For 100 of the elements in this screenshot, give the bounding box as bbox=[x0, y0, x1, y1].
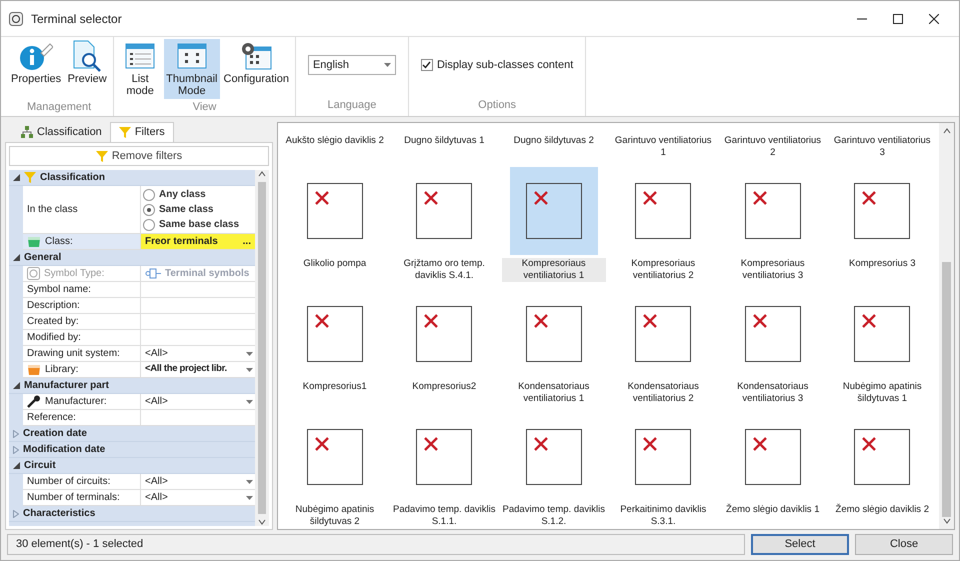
dialog-button[interactable]: Close bbox=[855, 534, 953, 554]
broken-image-icon bbox=[314, 190, 330, 206]
item-label: Nubėgimo apatinis šildytuvas 1 bbox=[842, 381, 923, 405]
broken-image-icon bbox=[532, 312, 549, 328]
item-label: Glikolio pompa bbox=[303, 258, 366, 270]
broken-image-icon bbox=[861, 190, 878, 206]
broken-image-icon bbox=[752, 312, 768, 328]
list-view-icon bbox=[125, 43, 156, 69]
browse-button[interactable]: ... bbox=[242, 234, 251, 249]
collapse-triangle-icon[interactable] bbox=[13, 174, 20, 181]
panel-tab[interactable]: Filters bbox=[110, 122, 174, 142]
close-icon[interactable] bbox=[929, 14, 939, 24]
group-label: Language bbox=[327, 98, 376, 112]
category-header[interactable]: Modification date bbox=[9, 442, 255, 458]
broken-image-icon bbox=[752, 190, 768, 206]
scrollbar[interactable] bbox=[939, 123, 954, 529]
checkbox-label: Display sub-classes content bbox=[436, 58, 574, 73]
item-label: Žemo slėgio daviklis 2 bbox=[836, 504, 929, 516]
cup-icon bbox=[27, 236, 41, 248]
wrench-icon bbox=[27, 395, 41, 408]
category-header[interactable]: Creation date bbox=[9, 426, 255, 442]
funnel-remove-icon bbox=[96, 150, 108, 162]
ribbon-button[interactable]: Preview bbox=[65, 39, 110, 99]
broken-image-icon bbox=[532, 190, 549, 206]
broken-image-icon bbox=[314, 312, 330, 328]
category-header[interactable]: Characteristics bbox=[9, 506, 255, 522]
gear-grid-icon bbox=[240, 41, 272, 71]
scroll-up-icon[interactable] bbox=[258, 170, 266, 178]
caret-icon bbox=[246, 352, 253, 356]
checkbox[interactable] bbox=[420, 59, 433, 72]
caret-icon bbox=[246, 368, 253, 372]
broken-image-icon bbox=[314, 436, 330, 452]
property-value: Terminal symbols bbox=[141, 266, 255, 281]
item-label: Garintuvo ventiliatorius 3 bbox=[832, 135, 932, 160]
remove-filters-button[interactable]: Remove filters bbox=[9, 146, 269, 166]
radio-option[interactable]: Same base class bbox=[141, 217, 240, 232]
scrollbar[interactable] bbox=[255, 170, 269, 526]
scroll-down-icon[interactable] bbox=[258, 518, 266, 526]
broken-image-icon bbox=[642, 436, 658, 452]
class-field[interactable]: Freor terminals ... bbox=[141, 234, 255, 249]
ribbon-button[interactable]: List mode bbox=[118, 39, 162, 99]
document-magnifier-icon bbox=[72, 40, 102, 72]
maximize-icon[interactable] bbox=[893, 14, 903, 24]
property-label: In the class bbox=[23, 186, 141, 233]
funnel-icon bbox=[118, 126, 131, 139]
item-label: Kompresorius 3 bbox=[848, 258, 916, 270]
status-bar: 30 element(s) - 1 selected bbox=[7, 534, 745, 554]
info-pencil-icon bbox=[19, 41, 54, 71]
panel-tab[interactable]: Classification bbox=[13, 122, 110, 142]
item-label: Kondensatoriaus ventiliatorius 3 bbox=[736, 381, 810, 405]
symbol-icon bbox=[27, 267, 40, 280]
item-label: Kompresorius1 bbox=[302, 381, 367, 393]
scroll-down-icon[interactable] bbox=[942, 517, 950, 525]
broken-image-icon bbox=[861, 436, 878, 452]
item-label: Garintuvo ventiliatorius 1 bbox=[614, 135, 713, 160]
radio-button[interactable] bbox=[143, 188, 155, 200]
broken-image-icon bbox=[752, 436, 768, 452]
radio-button[interactable] bbox=[143, 204, 155, 216]
radio-button[interactable] bbox=[143, 218, 155, 230]
language-dropdown[interactable]: English bbox=[308, 55, 396, 75]
item-label: Žemo slėgio daviklis 1 bbox=[726, 504, 820, 516]
grid-view-icon bbox=[176, 43, 207, 69]
item-label: Kompresoriaus ventiliatorius 1 bbox=[502, 258, 606, 282]
item-label: Garintuvo ventiliatorius 2 bbox=[723, 135, 822, 160]
terminal-symbol-icon bbox=[145, 268, 161, 279]
scroll-up-icon[interactable] bbox=[942, 127, 950, 135]
ribbon-button[interactable]: Properties bbox=[9, 39, 64, 99]
item-label: Perkaitinimo daviklis S.3.1. bbox=[619, 504, 708, 528]
property-label: Symbol Type: bbox=[23, 266, 141, 281]
ribbon-button[interactable]: Thumbnail Mode bbox=[164, 39, 220, 99]
broken-image-icon bbox=[642, 190, 658, 206]
item-label: Kompresoriaus ventiliatorius 3 bbox=[740, 258, 806, 282]
item-label: Nubėgimo apatinis šildytuvas 2 bbox=[294, 504, 376, 528]
item-label: Padavimo temp. daviklis S.1.1. bbox=[392, 504, 496, 528]
item-label: Dugno šildytuvas 2 bbox=[514, 135, 594, 148]
thumbnail[interactable] bbox=[510, 166, 598, 254]
item-label: Aukšto slėgio daviklis 2 bbox=[286, 135, 384, 148]
ribbon-button[interactable]: Configuration bbox=[222, 39, 291, 99]
radio-option[interactable]: Same class bbox=[141, 202, 240, 217]
broken-image-icon bbox=[861, 312, 878, 328]
item-label: Padavimo temp. daviklis S.1.2. bbox=[502, 504, 606, 528]
collapse-triangle-icon[interactable] bbox=[13, 462, 20, 469]
group-label: View bbox=[192, 100, 216, 115]
funnel-icon bbox=[24, 171, 36, 184]
caret-icon bbox=[246, 480, 253, 484]
caret-icon bbox=[246, 496, 253, 500]
radio-option[interactable]: Any class bbox=[141, 187, 240, 202]
cup-icon bbox=[27, 364, 41, 376]
app-icon bbox=[9, 12, 23, 26]
item-label: Kondensatoriaus ventiliatorius 1 bbox=[517, 381, 590, 405]
item-label: Dugno šildytuvas 1 bbox=[404, 135, 484, 148]
broken-image-icon bbox=[532, 436, 549, 452]
collapse-triangle-icon[interactable] bbox=[13, 382, 20, 389]
property-label: Class: bbox=[23, 234, 141, 249]
dialog-button[interactable]: Select bbox=[751, 534, 849, 554]
broken-image-icon bbox=[423, 190, 440, 206]
item-label: Kompresorius2 bbox=[412, 381, 476, 393]
collapse-triangle-icon[interactable] bbox=[13, 254, 20, 261]
group-label: Management bbox=[26, 100, 92, 115]
broken-image-icon bbox=[642, 312, 658, 328]
